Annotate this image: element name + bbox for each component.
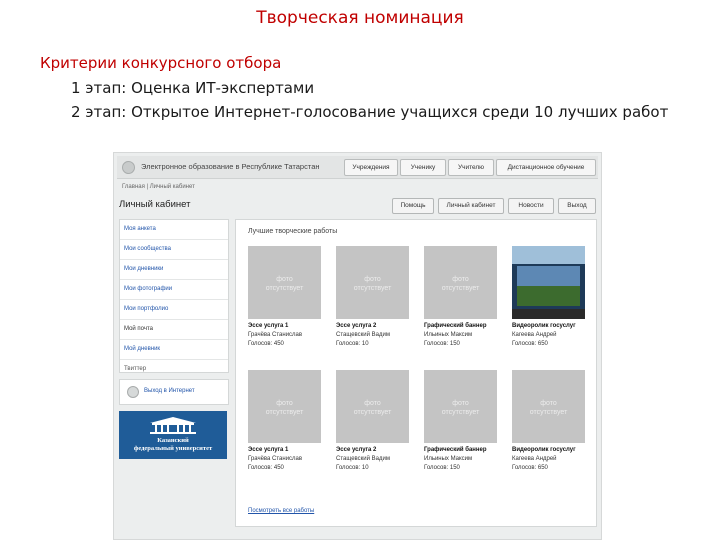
no-photo-placeholder: фото отсутствует: [529, 400, 568, 416]
sidebar-item-diaries[interactable]: Мои дневники: [120, 260, 228, 280]
video-player-controls: [512, 309, 585, 319]
work-title[interactable]: Графический баннер: [424, 446, 506, 455]
work-votes: Голосов: 650: [512, 341, 548, 347]
sidebar-item-diary[interactable]: Мой дневник: [120, 340, 228, 360]
work-caption: Графический баннер Ильиных Максим Голосо…: [424, 322, 506, 349]
sidebar-menu: Моя анкета Мои сообщества Мои дневники М…: [119, 219, 229, 373]
criteria-heading: Критерии конкурсного отбора: [40, 54, 282, 72]
kfu-text-line-1: Казанский: [157, 437, 189, 444]
logout-button[interactable]: Выход: [558, 198, 596, 214]
work-votes: Голосов: 10: [336, 341, 369, 347]
work-author: Ильиных Максим: [424, 456, 473, 462]
university-building-icon: [150, 417, 196, 434]
no-photo-placeholder: фото отсутствует: [265, 276, 304, 292]
work-thumbnail[interactable]: фото отсутствует: [424, 246, 497, 319]
work-thumbnail[interactable]: фото отсутствует: [248, 370, 321, 443]
news-button[interactable]: Новости: [508, 198, 554, 214]
work-caption: Графический баннер Ильиных Максим Голосо…: [424, 446, 506, 473]
work-author: Грачёва Станислав: [248, 456, 303, 462]
work-votes: Голосов: 10: [336, 465, 369, 471]
slide-title: Творческая номинация: [256, 8, 464, 28]
site-logo-icon[interactable]: [122, 161, 135, 174]
work-thumbnail[interactable]: фото отсутствует: [248, 246, 321, 319]
work-title[interactable]: Видеоролик госуслуг: [512, 446, 594, 455]
work-title[interactable]: Графический баннер: [424, 322, 506, 331]
sidebar-item-communities[interactable]: Мои сообщества: [120, 240, 228, 260]
work-author: Кагеева Андрей: [512, 332, 557, 338]
view-all-works-link[interactable]: Посмотреть все работы: [248, 508, 314, 514]
work-title[interactable]: Эссе услуга 1: [248, 446, 330, 455]
video-thumbnail[interactable]: [512, 246, 585, 319]
work-author: Стащевский Вадим: [336, 456, 390, 462]
work-caption: Эссе услуга 2 Стащевский Вадим Голосов: …: [336, 446, 418, 473]
site-name[interactable]: Электронное образование в Республике Тат…: [141, 162, 320, 171]
work-votes: Голосов: 650: [512, 465, 548, 471]
work-caption: Эссе услуга 2 Стащевский Вадим Голосов: …: [336, 322, 418, 349]
work-title[interactable]: Видеоролик госуслуг: [512, 322, 594, 331]
internet-exit-link[interactable]: Выход в Интернет: [119, 379, 229, 405]
kfu-text: Казанский федеральный университет: [119, 437, 227, 453]
sidebar-item-photos[interactable]: Мои фотографии: [120, 280, 228, 300]
work-votes: Голосов: 450: [248, 465, 284, 471]
work-votes: Голосов: 450: [248, 341, 284, 347]
breadcrumb[interactable]: Главная | Личный кабинет: [122, 184, 195, 190]
panel-title: Лучшие творческие работы: [248, 228, 338, 235]
page-title: Личный кабинет: [119, 199, 191, 210]
sidebar-item-portfolio[interactable]: Мои портфолио: [120, 300, 228, 320]
no-photo-placeholder: фото отсутствует: [353, 276, 392, 292]
work-caption: Видеоролик госуслуг Кагеева Андрей Голос…: [512, 322, 594, 349]
work-thumbnail[interactable]: фото отсутствует: [336, 370, 409, 443]
work-author: Ильиных Максим: [424, 332, 473, 338]
work-caption: Эссе услуга 1 Грачёва Станислав Голосов:…: [248, 322, 330, 349]
work-votes: Голосов: 150: [424, 465, 460, 471]
personal-cabinet-button[interactable]: Личный кабинет: [438, 198, 504, 214]
no-photo-placeholder: фото отсутствует: [441, 400, 480, 416]
work-title[interactable]: Эссе услуга 2: [336, 322, 418, 331]
no-photo-placeholder: фото отсутствует: [441, 276, 480, 292]
work-title[interactable]: Эссе услуга 1: [248, 322, 330, 331]
globe-icon: [127, 386, 139, 398]
work-votes: Голосов: 150: [424, 341, 460, 347]
nav-button-distance-learning[interactable]: Дистанционное обучение: [496, 159, 596, 176]
kfu-text-line-2: федеральный университет: [133, 445, 213, 452]
no-photo-placeholder: фото отсутствует: [353, 400, 392, 416]
work-thumbnail[interactable]: фото отсутствует: [512, 370, 585, 443]
nav-button-institutions[interactable]: Учреждения: [344, 159, 398, 176]
nav-button-teacher[interactable]: Учителю: [448, 159, 494, 176]
internet-exit-label: Выход в Интернет: [144, 388, 195, 394]
top-navigation-bar: Электронное образование в Республике Тат…: [117, 156, 598, 179]
work-title[interactable]: Эссе услуга 2: [336, 446, 418, 455]
help-button[interactable]: Помощь: [392, 198, 434, 214]
no-photo-placeholder: фото отсутствует: [265, 400, 304, 416]
nav-button-student[interactable]: Ученику: [400, 159, 446, 176]
sidebar-item-twitter[interactable]: Твиттер: [120, 360, 228, 379]
kfu-banner[interactable]: Казанский федеральный университет: [119, 411, 227, 459]
work-caption: Эссе услуга 1 Грачёва Станислав Голосов:…: [248, 446, 330, 473]
best-works-panel: Лучшие творческие работы фото отсутствует…: [235, 219, 597, 527]
work-author: Кагеева Андрей: [512, 456, 557, 462]
stage-1-text: 1 этап: Оценка ИТ-экспертами: [71, 79, 315, 97]
sidebar-item-profile[interactable]: Моя анкета: [120, 220, 228, 240]
sidebar-item-mail[interactable]: Мой почта: [120, 320, 228, 340]
work-thumbnail[interactable]: фото отсутствует: [336, 246, 409, 319]
work-author: Стащевский Вадим: [336, 332, 390, 338]
work-author: Грачёва Станислав: [248, 332, 303, 338]
work-caption: Видеоролик госуслуг Кагеева Андрей Голос…: [512, 446, 594, 473]
work-thumbnail[interactable]: фото отсутствует: [424, 370, 497, 443]
portal-screenshot: Электронное образование в Республике Тат…: [113, 152, 602, 540]
stage-2-text: 2 этап: Открытое Интернет-голосование уч…: [71, 103, 669, 121]
